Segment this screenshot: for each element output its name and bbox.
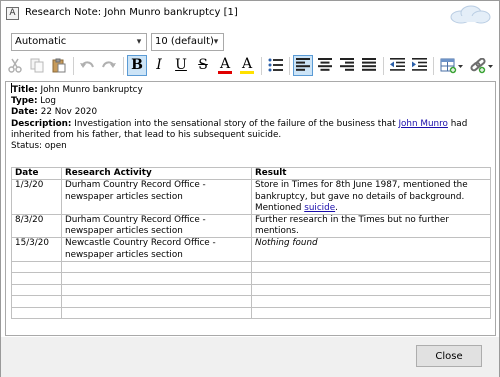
row-activity: Durham Country Record Office - newspaper…: [61, 179, 252, 216]
row-date: 8/3/20: [11, 214, 62, 239]
paste-button[interactable]: [49, 55, 69, 76]
title-value: John Munro bankruptcy: [37, 85, 143, 95]
activity-column-header: Research Activity: [61, 167, 252, 181]
type-value: Log: [37, 96, 56, 107]
insert-table-icon: [440, 58, 463, 74]
title-label: Title:: [12, 85, 38, 95]
table-row: 15/3/20 Newcastle Country Record Office …: [11, 237, 491, 262]
row-activity: Newcastle Country Record Office - newspa…: [61, 237, 252, 262]
empty-table-row: [11, 306, 491, 320]
table-header-row: Date Research Activity Result: [11, 167, 491, 181]
date-column-header: Date: [11, 167, 62, 181]
font-color-button[interactable]: A: [215, 55, 235, 76]
copy-icon: [30, 58, 44, 73]
suicide-link[interactable]: suicide: [304, 203, 335, 213]
redo-button[interactable]: [99, 55, 119, 76]
italic-button[interactable]: I: [149, 55, 169, 76]
description-text-start: Investigation into the sensational story…: [71, 118, 399, 129]
bullet-list-button[interactable]: [265, 55, 285, 76]
empty-table-row: [11, 295, 491, 308]
row-date: 15/3/20: [11, 237, 62, 262]
app-icon: A: [6, 7, 19, 20]
type-line: Type: Log: [11, 96, 490, 107]
justify-icon: [362, 58, 376, 71]
highlight-color-icon: A: [241, 56, 253, 72]
chevron-down-icon: ▾: [213, 37, 219, 47]
result-text-end: .: [335, 202, 338, 213]
font-size-select[interactable]: 10 (default) ▾: [151, 33, 224, 51]
row-result: Nothing found: [251, 237, 491, 262]
insert-link-button[interactable]: [469, 55, 495, 76]
research-log-table: Date Research Activity Result 1/3/20 Dur…: [11, 167, 491, 320]
empty-table-row: [11, 272, 491, 285]
increase-indent-icon: [411, 58, 427, 71]
font-size-value: 10 (default): [155, 36, 214, 47]
insert-table-button[interactable]: [439, 55, 465, 76]
type-label: Type:: [11, 96, 38, 107]
strikethrough-button[interactable]: S: [193, 55, 213, 76]
bullet-list-icon: [268, 58, 283, 72]
date-value: 22 Nov 2020: [37, 107, 98, 118]
highlight-color-button[interactable]: A: [237, 55, 257, 76]
date-line: Date: 22 Nov 2020: [11, 107, 490, 118]
table-row: 1/3/20 Durham Country Record Office - ne…: [11, 179, 491, 216]
align-right-icon: [340, 58, 354, 71]
row-result: Store in Times for 8th June 1987, mentio…: [251, 179, 491, 216]
increase-indent-button[interactable]: [409, 55, 429, 76]
date-label: Date:: [11, 107, 38, 118]
align-left-button[interactable]: [293, 55, 313, 76]
close-button[interactable]: Close: [416, 345, 482, 367]
row-date: 1/3/20: [11, 179, 62, 216]
undo-icon: [80, 61, 94, 68]
paragraph-style-select[interactable]: Automatic ▾: [11, 33, 147, 51]
copy-button[interactable]: [27, 55, 47, 76]
justify-button[interactable]: [359, 55, 379, 76]
decrease-indent-button[interactable]: [387, 55, 407, 76]
row-activity: Durham Country Record Office - newspaper…: [61, 214, 252, 239]
redo-icon: [102, 61, 116, 68]
font-color-swatch: [218, 71, 232, 74]
highlight-color-swatch: [240, 71, 254, 74]
result-column-header: Result: [251, 167, 491, 181]
title-line: Title: John Munro bankruptcy: [11, 83, 490, 96]
bold-icon: B: [131, 57, 143, 73]
insert-link-icon: [470, 58, 493, 74]
underline-button[interactable]: U: [171, 55, 191, 76]
align-center-icon: [318, 58, 332, 71]
status-line: Status: open: [11, 141, 67, 152]
cut-icon: [8, 58, 22, 73]
description-label: Description:: [11, 118, 72, 129]
row-result: Further research in the Times but no fur…: [251, 214, 491, 239]
window-title: Research Note: John Munro bankruptcy [1]: [25, 7, 238, 18]
chevron-down-icon: ▾: [136, 37, 142, 47]
italic-icon: I: [156, 57, 162, 73]
decrease-indent-icon: [389, 58, 405, 71]
formatting-toolbar: B I U S A A: [5, 54, 497, 78]
table-row: 8/3/20 Durham Country Record Office - ne…: [11, 214, 491, 239]
cloud-icon: [450, 5, 491, 24]
empty-table-row: [11, 283, 491, 297]
align-center-button[interactable]: [315, 55, 335, 76]
cut-button[interactable]: [5, 55, 25, 76]
dialog-footer: Close: [1, 337, 499, 377]
description-line: Description: Investigation into the sens…: [11, 119, 490, 141]
title-bar: A Research Note: John Munro bankruptcy […: [1, 1, 499, 27]
font-color-icon: A: [219, 56, 231, 72]
strikethrough-icon: S: [198, 57, 208, 73]
underline-icon: U: [175, 57, 187, 73]
undo-button[interactable]: [77, 55, 97, 76]
note-editor[interactable]: Title: John Munro bankruptcy Type: Log D…: [5, 81, 496, 336]
align-right-button[interactable]: [337, 55, 357, 76]
align-left-icon: [296, 58, 310, 71]
bold-button[interactable]: B: [127, 55, 147, 76]
result-text: Store in Times for 8th June 1987, mentio…: [255, 180, 468, 213]
research-note-window: A Research Note: John Munro bankruptcy […: [0, 0, 500, 377]
paragraph-style-value: Automatic: [15, 36, 67, 47]
paste-icon: [52, 58, 66, 73]
person-link[interactable]: John Munro: [398, 119, 447, 129]
empty-table-row: [11, 260, 491, 274]
